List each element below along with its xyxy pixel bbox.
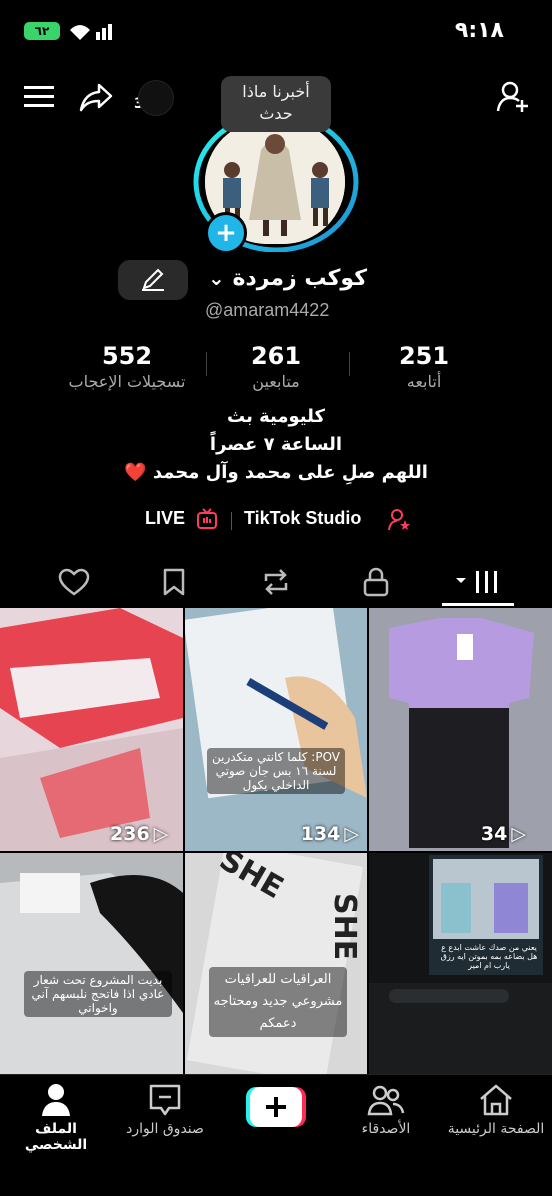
lock-icon [363, 567, 389, 597]
grid-icon [456, 571, 497, 593]
home-icon [480, 1084, 512, 1116]
bio-text: اللهم صلِ على محمد وآل محمد [152, 462, 428, 483]
video-thumbnail[interactable]: بديت المشروع تحت شعار عادي اذا فاتحج نلب… [0, 853, 183, 1074]
tv-icon [197, 508, 217, 529]
edit-profile-button[interactable] [118, 260, 188, 300]
nav-label: صندوق الوارد [126, 1121, 204, 1137]
creator-icon [388, 509, 410, 531]
heart-outline-icon [58, 568, 90, 596]
tooltip: أخبرنا ماذا حدث [221, 76, 331, 132]
video-thumbnail[interactable]: 236 ▷ [0, 608, 183, 851]
stat-value: 261 [250, 342, 302, 370]
stat-value: 251 [398, 342, 450, 370]
nav-label: الملف الشخصي [24, 1121, 88, 1153]
video-thumbnail[interactable]: POV: كلما كانتي متكدرين لسنة ١٦ بس جان ص… [185, 608, 367, 851]
divider [206, 352, 207, 376]
chevron-down-icon: ⌄ [208, 266, 225, 290]
video-caption: العراقيات للعراقيات مشروعي جديد ومحتاجه … [209, 967, 347, 1037]
heart-emoji: ❤️ [124, 462, 147, 483]
view-count-text: 34 [480, 823, 508, 845]
view-count: 134 ▷ [301, 823, 359, 845]
video-thumbnail[interactable]: SHE SHE العراقيات للعراقيات مشروعي جديد و… [185, 853, 367, 1074]
add-story-icon[interactable]: + [205, 212, 247, 254]
stat-label: متابعين [252, 372, 300, 391]
video-caption: بديت المشروع تحت شعار عادي اذا فاتحج نلب… [24, 971, 172, 1017]
bio-line: الساعة ٧ عصراً [209, 434, 343, 455]
stat-value: 552 [101, 342, 153, 370]
nav-inbox[interactable]: صندوق الوارد [120, 1083, 210, 1137]
divider [231, 512, 232, 530]
pencil-icon [142, 268, 164, 291]
tab-favorites[interactable] [154, 564, 194, 600]
create-button[interactable] [246, 1087, 306, 1127]
inbox-icon [149, 1084, 181, 1116]
tab-liked[interactable] [54, 564, 94, 600]
play-icon: ▷ [344, 823, 359, 845]
stat-label: أتابعه [406, 372, 442, 391]
active-tab-indicator [442, 603, 514, 606]
view-count-text: 236 [110, 823, 150, 845]
play-icon: ▷ [511, 823, 526, 845]
stat-following[interactable]: 251 أتابعه [384, 342, 464, 391]
bookmark-icon [163, 568, 185, 596]
clock: ٩:١٨ [454, 18, 504, 43]
profile-links: LIVE TikTok Studio [0, 508, 552, 534]
menu-icon[interactable] [22, 82, 56, 112]
video-thumbnail[interactable]: 34 ▷ [369, 608, 552, 851]
signal-icon [68, 20, 118, 47]
divider [349, 352, 350, 376]
bottom-nav: الصفحة الرئيسية الأصدقاء صندوق الوارد ال… [0, 1074, 552, 1196]
tab-videos[interactable] [452, 564, 502, 600]
plus-icon [246, 1087, 306, 1127]
tab-private[interactable] [356, 564, 396, 600]
profile-name: كوكب زمردة [232, 266, 368, 291]
tab-reposts[interactable] [256, 564, 296, 600]
studio-link[interactable]: TikTok Studio [244, 508, 361, 529]
battery-icon: ٦٢ [24, 22, 60, 40]
content-tabs [0, 556, 552, 608]
nav-profile[interactable]: الملف الشخصي [6, 1083, 106, 1153]
nav-home[interactable]: الصفحة الرئيسية [440, 1083, 552, 1137]
video-thumbnail[interactable]: يعني من صدك عاشت ابدع ع هل بضاعه بمه بمو… [369, 853, 552, 1074]
status-bar: ٦٢ ٩:١٨ [0, 0, 552, 62]
play-icon: ▷ [153, 823, 169, 845]
stat-label: تسجيلات الإعجاب [68, 372, 186, 391]
nav-label: الصفحة الرئيسية [447, 1121, 545, 1137]
video-caption: يعني من صدك عاشت ابدع ع هل بضاعه بمه بمو… [440, 943, 538, 970]
live-link[interactable]: LIVE [145, 508, 185, 529]
share-icon[interactable] [78, 80, 114, 114]
view-count: 236 ▷ [110, 823, 168, 845]
profile-icon [42, 1084, 70, 1116]
view-count: 34 ▷ [481, 823, 526, 845]
bio-line: كليومية بث [227, 406, 325, 427]
nav-friends[interactable]: الأصدقاء [350, 1083, 422, 1137]
view-count-text: 134 [300, 823, 341, 845]
tooltip-line1: أخبرنا ماذا [242, 82, 310, 101]
username: @amaram4422 [205, 300, 330, 320]
video-grid: 34 ▷ POV: كلما كانتي متكدرين لسنة ١٦ بس ج… [0, 608, 552, 1074]
small-avatar[interactable] [138, 80, 174, 116]
svg-text:SHE: SHE [327, 893, 362, 960]
profile-name-row[interactable]: ⌄ كوكب زمردة [208, 266, 367, 291]
bio-line-3: اللهم صلِ على محمد وآل محمد ❤️ [0, 462, 552, 483]
repost-icon [264, 569, 288, 595]
add-friend-icon[interactable] [494, 78, 532, 116]
video-caption: POV: كلما كانتي متكدرين لسنة ١٦ بس جان ص… [207, 748, 345, 794]
tooltip-line2: حدث [259, 104, 293, 123]
nav-label: الأصدقاء [361, 1121, 411, 1137]
stat-likes[interactable]: 552 تسجيلات الإعجاب [52, 342, 202, 391]
stat-followers[interactable]: 261 متابعين [236, 342, 316, 391]
friends-icon [367, 1085, 405, 1116]
